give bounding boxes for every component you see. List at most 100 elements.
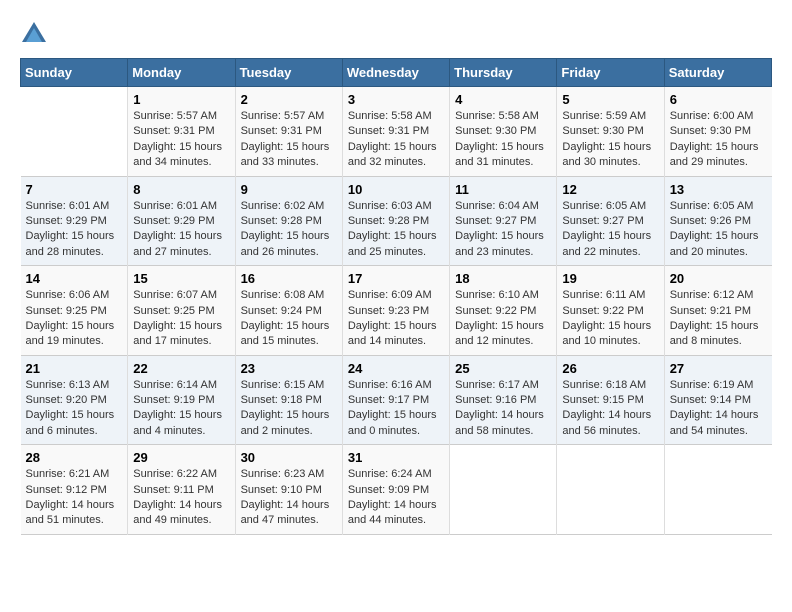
day-number: 20	[670, 271, 767, 286]
calendar-cell: 10Sunrise: 6:03 AM Sunset: 9:28 PM Dayli…	[342, 176, 449, 266]
day-number: 31	[348, 450, 444, 465]
day-number: 28	[26, 450, 123, 465]
day-info: Sunrise: 6:10 AM Sunset: 9:22 PM Dayligh…	[455, 288, 551, 350]
logo	[20, 20, 52, 48]
day-info: Sunrise: 6:00 AM Sunset: 9:30 PM Dayligh…	[670, 109, 767, 171]
calendar-cell: 11 Sunrise: 6:04 AM Sunset: 9:27 PM Dayli…	[450, 176, 557, 266]
day-number: 6	[670, 92, 767, 107]
day-info: Sunrise: 6:15 AM Sunset: 9:18 PM Dayligh…	[241, 378, 337, 440]
day-number: 9	[241, 182, 337, 197]
calendar-cell: 5 Sunrise: 5:59 AM Sunset: 9:30 PM Daylig…	[557, 87, 664, 177]
day-info: Sunrise: 6:18 AM Sunset: 9:15 PM Dayligh…	[562, 378, 658, 440]
day-info: Sunrise: 6:04 AM Sunset: 9:27 PM Dayligh…	[455, 199, 551, 261]
day-number: 23	[241, 361, 337, 376]
day-number: 12	[562, 182, 658, 197]
day-number: 13	[670, 182, 767, 197]
weekday-header-thursday: Thursday	[450, 59, 557, 87]
day-info: Sunrise: 5:57 AM Sunset: 9:31 PM Dayligh…	[241, 109, 337, 171]
day-number: 8	[133, 182, 229, 197]
calendar-cell	[664, 445, 771, 535]
day-number: 26	[562, 361, 658, 376]
calendar-cell: 22 Sunrise: 6:14 AM Sunset: 9:19 PM Dayli…	[128, 355, 235, 445]
weekday-header-saturday: Saturday	[664, 59, 771, 87]
calendar-cell: 15 Sunrise: 6:07 AM Sunset: 9:25 PM Dayli…	[128, 266, 235, 356]
weekday-header-tuesday: Tuesday	[235, 59, 342, 87]
day-info: Sunrise: 6:16 AM Sunset: 9:17 PM Dayligh…	[348, 378, 444, 440]
day-number: 17	[348, 271, 444, 286]
day-number: 1	[133, 92, 229, 107]
day-number: 15	[133, 271, 229, 286]
day-number: 4	[455, 92, 551, 107]
calendar-cell: 19 Sunrise: 6:11 AM Sunset: 9:22 PM Dayli…	[557, 266, 664, 356]
calendar-cell: 3 Sunrise: 5:58 AM Sunset: 9:31 PM Daylig…	[342, 87, 449, 177]
calendar-body: 1 Sunrise: 5:57 AM Sunset: 9:31 PM Daylig…	[21, 87, 772, 535]
day-number: 16	[241, 271, 337, 286]
calendar-cell: 14Sunrise: 6:06 AM Sunset: 9:25 PM Dayli…	[21, 266, 128, 356]
calendar-cell: 17 Sunrise: 6:09 AM Sunset: 9:23 PM Dayli…	[342, 266, 449, 356]
calendar-week-row: 14Sunrise: 6:06 AM Sunset: 9:25 PM Dayli…	[21, 266, 772, 356]
day-info: Sunrise: 6:08 AM Sunset: 9:24 PM Dayligh…	[241, 288, 337, 350]
day-info: Sunrise: 6:11 AM Sunset: 9:22 PM Dayligh…	[562, 288, 658, 350]
day-info: Sunrise: 5:57 AM Sunset: 9:31 PM Dayligh…	[133, 109, 229, 171]
calendar-cell: 26 Sunrise: 6:18 AM Sunset: 9:15 PM Dayli…	[557, 355, 664, 445]
calendar-cell: 21 Sunrise: 6:13 AM Sunset: 9:20 PM Dayli…	[21, 355, 128, 445]
calendar-cell	[21, 87, 128, 177]
calendar-cell	[450, 445, 557, 535]
day-info: Sunrise: 6:13 AM Sunset: 9:20 PM Dayligh…	[26, 378, 123, 440]
day-info: Sunrise: 5:58 AM Sunset: 9:30 PM Dayligh…	[455, 109, 551, 171]
calendar-cell: 13 Sunrise: 6:05 AM Sunset: 9:26 PM Dayli…	[664, 176, 771, 266]
calendar-cell: 29 Sunrise: 6:22 AM Sunset: 9:11 PM Dayli…	[128, 445, 235, 535]
day-info: Sunrise: 5:58 AM Sunset: 9:31 PM Dayligh…	[348, 109, 444, 171]
day-info: Sunrise: 6:22 AM Sunset: 9:11 PM Dayligh…	[133, 467, 229, 529]
day-info: Sunrise: 6:05 AM Sunset: 9:27 PM Dayligh…	[562, 199, 658, 261]
calendar-cell: 18 Sunrise: 6:10 AM Sunset: 9:22 PM Dayli…	[450, 266, 557, 356]
day-number: 7	[26, 182, 123, 197]
calendar-cell: 24 Sunrise: 6:16 AM Sunset: 9:17 PM Dayli…	[342, 355, 449, 445]
calendar-cell: 28Sunrise: 6:21 AM Sunset: 9:12 PM Dayli…	[21, 445, 128, 535]
day-info: Sunrise: 6:14 AM Sunset: 9:19 PM Dayligh…	[133, 378, 229, 440]
calendar-cell: 30Sunrise: 6:23 AM Sunset: 9:10 PM Dayli…	[235, 445, 342, 535]
weekday-header-row: SundayMondayTuesdayWednesdayThursdayFrid…	[21, 59, 772, 87]
day-number: 30	[241, 450, 337, 465]
calendar-cell	[557, 445, 664, 535]
day-info: Sunrise: 6:05 AM Sunset: 9:26 PM Dayligh…	[670, 199, 767, 261]
calendar-cell: 9 Sunrise: 6:02 AM Sunset: 9:28 PM Daylig…	[235, 176, 342, 266]
calendar-cell: 31Sunrise: 6:24 AM Sunset: 9:09 PM Dayli…	[342, 445, 449, 535]
day-number: 19	[562, 271, 658, 286]
page-header	[20, 20, 772, 48]
weekday-header-wednesday: Wednesday	[342, 59, 449, 87]
day-number: 3	[348, 92, 444, 107]
day-info: Sunrise: 6:07 AM Sunset: 9:25 PM Dayligh…	[133, 288, 229, 350]
day-number: 24	[348, 361, 444, 376]
day-number: 5	[562, 92, 658, 107]
day-number: 22	[133, 361, 229, 376]
weekday-header-monday: Monday	[128, 59, 235, 87]
calendar-cell: 25 Sunrise: 6:17 AM Sunset: 9:16 PM Dayli…	[450, 355, 557, 445]
calendar-table: SundayMondayTuesdayWednesdayThursdayFrid…	[20, 58, 772, 535]
day-number: 29	[133, 450, 229, 465]
day-info: Sunrise: 6:01 AM Sunset: 9:29 PM Dayligh…	[133, 199, 229, 261]
calendar-cell: 16 Sunrise: 6:08 AM Sunset: 9:24 PM Dayli…	[235, 266, 342, 356]
day-number: 11	[455, 182, 551, 197]
day-info: Sunrise: 6:19 AM Sunset: 9:14 PM Dayligh…	[670, 378, 767, 440]
calendar-cell: 8 Sunrise: 6:01 AM Sunset: 9:29 PM Daylig…	[128, 176, 235, 266]
calendar-cell: 27Sunrise: 6:19 AM Sunset: 9:14 PM Dayli…	[664, 355, 771, 445]
day-info: Sunrise: 6:03 AM Sunset: 9:28 PM Dayligh…	[348, 199, 444, 261]
calendar-week-row: 21 Sunrise: 6:13 AM Sunset: 9:20 PM Dayli…	[21, 355, 772, 445]
day-number: 21	[26, 361, 123, 376]
calendar-cell: 12 Sunrise: 6:05 AM Sunset: 9:27 PM Dayli…	[557, 176, 664, 266]
day-info: Sunrise: 6:02 AM Sunset: 9:28 PM Dayligh…	[241, 199, 337, 261]
day-info: Sunrise: 6:17 AM Sunset: 9:16 PM Dayligh…	[455, 378, 551, 440]
day-info: Sunrise: 6:09 AM Sunset: 9:23 PM Dayligh…	[348, 288, 444, 350]
day-info: Sunrise: 5:59 AM Sunset: 9:30 PM Dayligh…	[562, 109, 658, 171]
day-number: 18	[455, 271, 551, 286]
day-number: 25	[455, 361, 551, 376]
day-info: Sunrise: 6:06 AM Sunset: 9:25 PM Dayligh…	[26, 288, 123, 350]
calendar-cell: 4 Sunrise: 5:58 AM Sunset: 9:30 PM Daylig…	[450, 87, 557, 177]
day-info: Sunrise: 6:01 AM Sunset: 9:29 PM Dayligh…	[26, 199, 123, 261]
calendar-week-row: 1 Sunrise: 5:57 AM Sunset: 9:31 PM Daylig…	[21, 87, 772, 177]
calendar-cell: 7 Sunrise: 6:01 AM Sunset: 9:29 PM Daylig…	[21, 176, 128, 266]
calendar-cell: 23 Sunrise: 6:15 AM Sunset: 9:18 PM Dayli…	[235, 355, 342, 445]
calendar-cell: 20 Sunrise: 6:12 AM Sunset: 9:21 PM Dayli…	[664, 266, 771, 356]
day-info: Sunrise: 6:12 AM Sunset: 9:21 PM Dayligh…	[670, 288, 767, 350]
